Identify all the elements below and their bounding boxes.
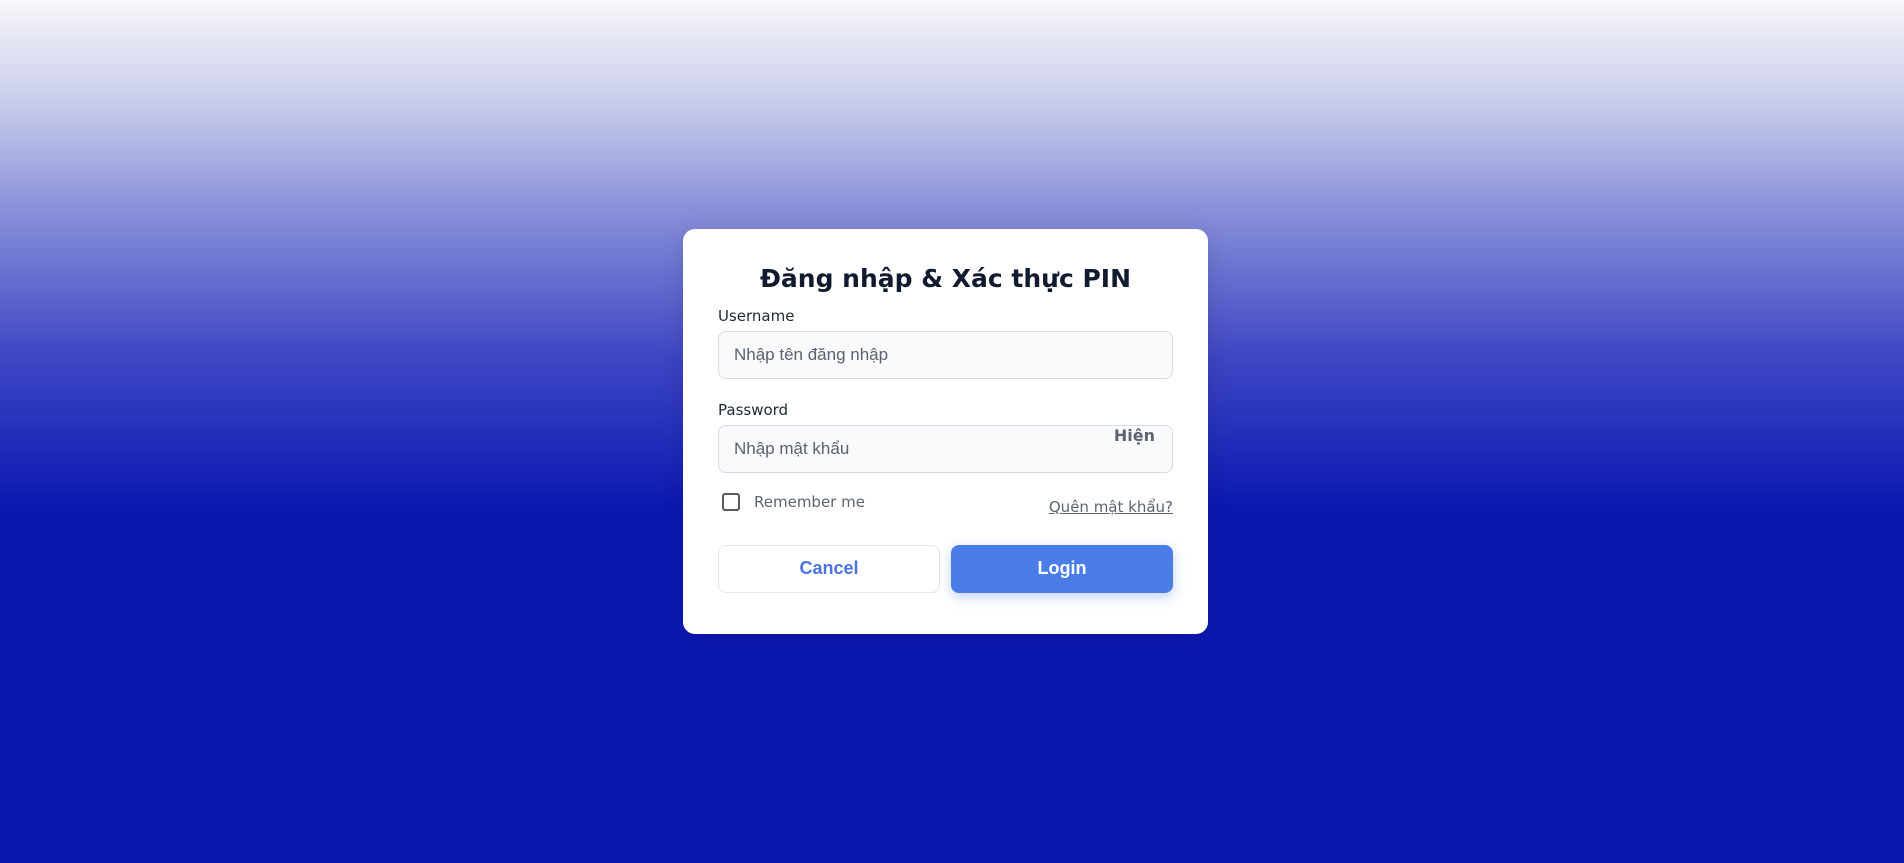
remember-me-checkbox[interactable] [722, 492, 740, 511]
remember-me-label[interactable]: Remember me [754, 493, 865, 511]
username-input[interactable] [718, 330, 1173, 379]
password-input[interactable] [718, 424, 1173, 473]
form-actions: Cancel Login [718, 544, 1173, 593]
password-label: Password [718, 400, 789, 419]
username-field-wrapper [718, 330, 1173, 379]
form-title: Đăng nhập & Xác thực PIN [759, 264, 1132, 293]
cancel-button[interactable]: Cancel [718, 544, 940, 593]
show-password-button[interactable]: Hiện [1114, 426, 1155, 445]
login-button[interactable]: Login [951, 544, 1173, 593]
form-options-row: Remember me Quên mật khẩu? [718, 492, 1173, 523]
username-label: Username [718, 306, 795, 325]
password-field-wrapper: Hiện [718, 424, 1173, 473]
remember-me[interactable]: Remember me [722, 492, 865, 511]
login-card: Đăng nhập & Xác thực PIN Username Passwo… [683, 229, 1208, 634]
forgot-password-link[interactable]: Quên mật khẩu? [1049, 498, 1173, 516]
